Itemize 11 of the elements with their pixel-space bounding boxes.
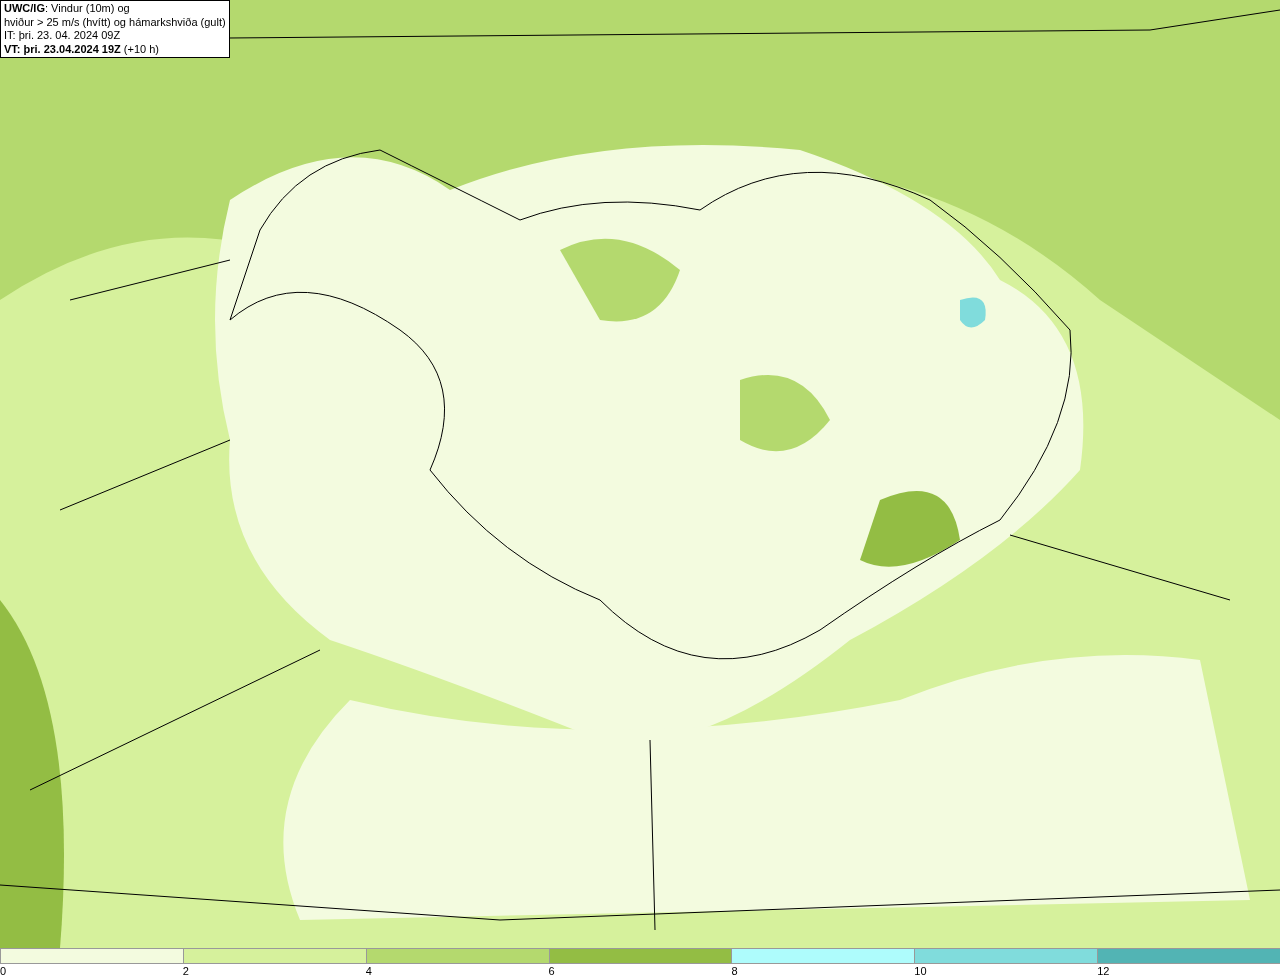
legend-label: 8: [731, 964, 738, 978]
title-text: IT: þri. 23. 04. 2024 09Z: [4, 29, 122, 43]
legend-label: 12: [1097, 964, 1110, 978]
legend-label: 2: [182, 964, 189, 978]
legend-label: 6: [548, 964, 555, 978]
legend-label: 4: [365, 964, 372, 978]
title-text: UWC/IG: Vindur (10m) og: [4, 2, 131, 16]
title-text: hviður > 25 m/s (hvítt) og hámarkshviða (gult): [4, 15, 226, 29]
legend-label: 0: [0, 964, 7, 978]
legend-label: 10: [914, 964, 927, 978]
title-text: VT: þri. 23.04.2024 19Z (+10 h): [4, 42, 160, 56]
